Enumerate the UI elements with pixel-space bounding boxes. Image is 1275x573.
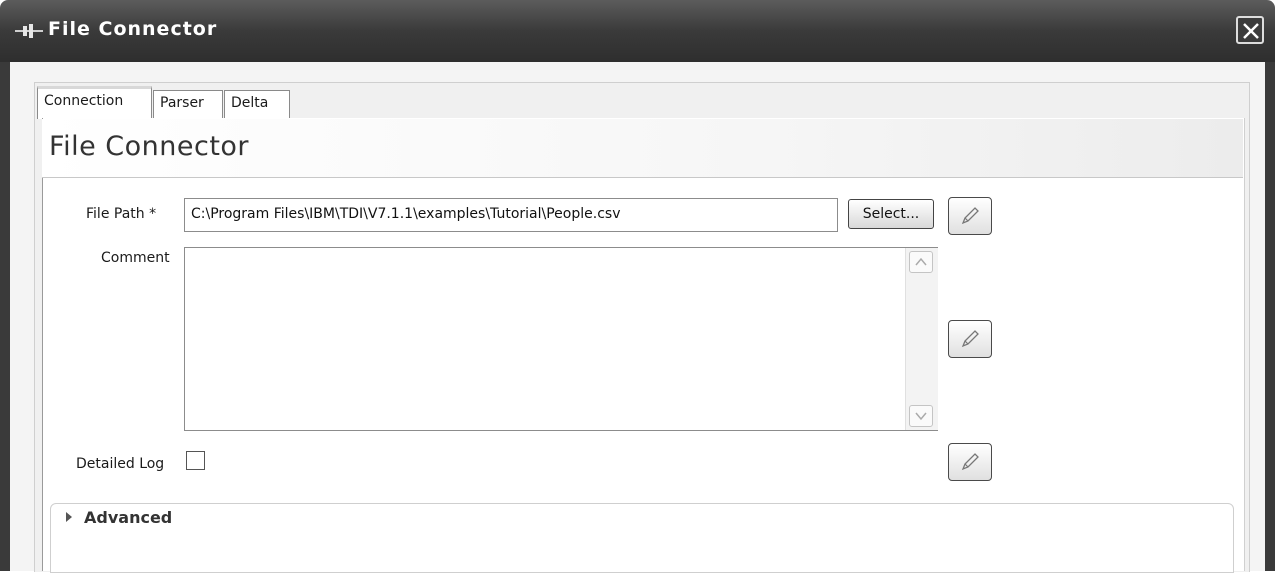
comment-textarea[interactable] bbox=[184, 247, 938, 431]
scroll-down-button[interactable] bbox=[909, 405, 933, 427]
pencil-icon bbox=[961, 330, 979, 348]
advanced-section[interactable] bbox=[50, 503, 1234, 573]
tab-connection[interactable]: Connection bbox=[37, 86, 152, 119]
advanced-label[interactable]: Advanced bbox=[84, 508, 172, 527]
tab-delta[interactable]: Delta bbox=[224, 90, 290, 118]
window-titlebar: File Connector bbox=[0, 0, 1275, 62]
tab-label: Parser bbox=[160, 95, 204, 111]
tab-label: Delta bbox=[231, 95, 269, 111]
pencil-icon bbox=[961, 207, 979, 225]
chevron-down-icon bbox=[915, 412, 927, 421]
pencil-icon bbox=[961, 453, 979, 471]
comment-label: Comment bbox=[101, 250, 170, 266]
close-icon bbox=[1243, 23, 1259, 39]
section-title: File Connector bbox=[49, 131, 250, 162]
detailed-log-checkbox[interactable] bbox=[186, 451, 205, 470]
edit-detailed-log-button[interactable] bbox=[948, 443, 992, 481]
tab-parser[interactable]: Parser bbox=[153, 90, 223, 118]
chevron-up-icon bbox=[915, 257, 927, 266]
edit-file-path-button[interactable] bbox=[948, 197, 992, 235]
file-path-input[interactable]: C:\Program Files\IBM\TDI\V7.1.1\examples… bbox=[184, 198, 838, 232]
connector-icon bbox=[14, 20, 44, 42]
select-button[interactable]: Select... bbox=[848, 199, 934, 229]
window-title: File Connector bbox=[48, 18, 218, 40]
comment-scrollbar[interactable] bbox=[905, 248, 938, 430]
detailed-log-label: Detailed Log bbox=[76, 456, 165, 472]
window-frame-right bbox=[1265, 62, 1275, 571]
tab-label: Connection bbox=[44, 93, 124, 109]
close-button[interactable] bbox=[1236, 16, 1264, 44]
expand-arrow-icon[interactable] bbox=[66, 512, 72, 522]
scroll-up-button[interactable] bbox=[909, 251, 933, 273]
file-path-label: File Path * bbox=[86, 206, 157, 222]
edit-comment-button[interactable] bbox=[948, 320, 992, 358]
window-frame-left bbox=[0, 62, 10, 571]
